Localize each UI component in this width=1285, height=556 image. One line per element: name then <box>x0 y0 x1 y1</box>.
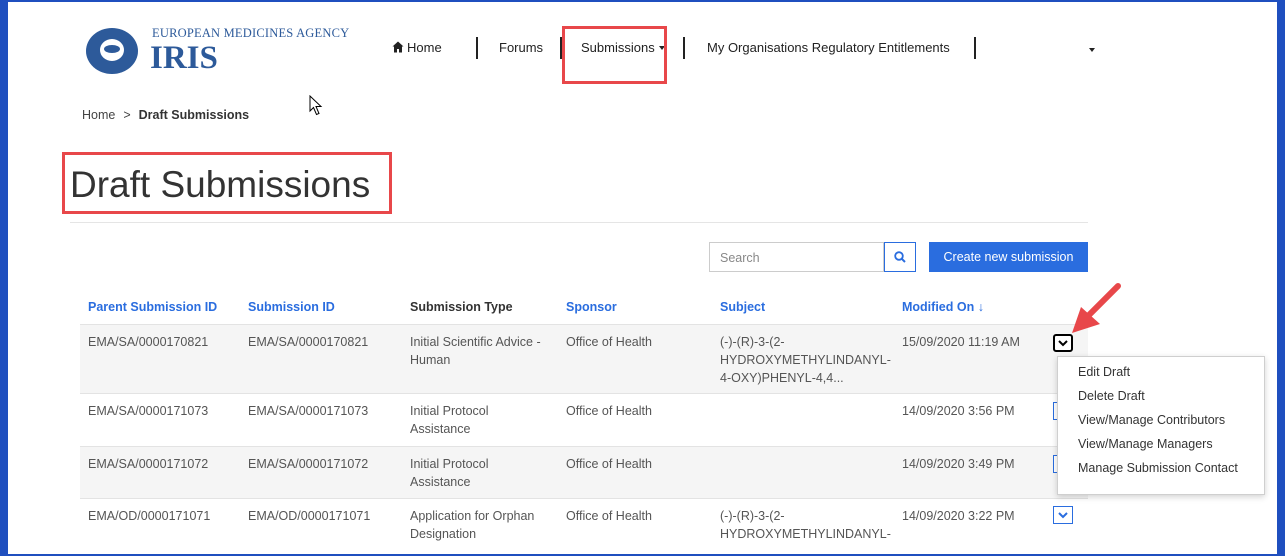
cell-type: Initial Protocol Assistance <box>410 455 489 491</box>
chevron-down-icon <box>1058 340 1068 347</box>
arrow-annotation-icon <box>1072 283 1121 333</box>
column-header-parent-id[interactable]: Parent Submission ID <box>88 300 217 314</box>
nav-divider <box>683 37 685 59</box>
chevron-down-icon <box>1058 512 1068 519</box>
cursor-icon <box>309 95 323 116</box>
menu-item-delete-draft[interactable]: Delete Draft <box>1078 389 1145 403</box>
cell-type-line: Assistance <box>410 475 471 489</box>
cell-type-line: Application for Orphan <box>410 509 535 523</box>
cell-modified: 14/09/2020 3:22 PM <box>902 509 1015 523</box>
cell-modified: 14/09/2020 3:49 PM <box>902 457 1015 471</box>
row-divider <box>80 393 1088 394</box>
search-input[interactable]: Search <box>709 242 884 272</box>
cell-subject-line: (-)-(R)-3-(2- <box>720 509 785 523</box>
create-new-submission-button[interactable]: Create new submission <box>929 242 1088 272</box>
divider <box>70 222 1088 223</box>
column-header-modified-on[interactable]: Modified On ↓ <box>902 300 984 314</box>
cell-subject: (-)-(R)-3-(2- HYDROXYMETHYLINDANYL- <box>720 507 891 543</box>
cell-subject-line: HYDROXYMETHYLINDANYL- <box>720 353 891 367</box>
breadcrumb-current: Draft Submissions <box>138 108 250 122</box>
nav-home[interactable]: Home <box>392 40 442 55</box>
cell-parent-id: EMA/OD/0000171071 <box>88 509 211 523</box>
cell-type: Initial Protocol Assistance <box>410 402 489 438</box>
menu-item-manage-contributors[interactable]: View/Manage Contributors <box>1078 413 1225 427</box>
nav-divider <box>974 37 976 59</box>
sort-descending-icon: ↓ <box>977 300 984 314</box>
cell-sponsor: Office of Health <box>566 335 652 349</box>
ema-logo-icon <box>86 28 138 74</box>
cell-submission-id: EMA/SA/0000171072 <box>248 457 369 471</box>
home-icon <box>392 41 404 53</box>
cell-type-line: Initial Protocol <box>410 457 489 471</box>
cell-subject-line: 4-OXY)PHENYL-4,4... <box>720 371 844 385</box>
column-header-type: Submission Type <box>410 300 513 314</box>
cell-modified: 14/09/2020 3:56 PM <box>902 404 1015 418</box>
column-header-modified-label: Modified On <box>902 300 975 314</box>
user-menu-toggle[interactable] <box>1085 42 1095 57</box>
cell-subject-line: (-)-(R)-3-(2- <box>720 335 785 349</box>
column-header-sponsor[interactable]: Sponsor <box>566 300 617 314</box>
menu-item-edit-draft[interactable]: Edit Draft <box>1078 365 1130 379</box>
cell-type-line: Human <box>410 353 451 367</box>
cell-sponsor: Office of Health <box>566 404 652 418</box>
cell-submission-id: EMA/OD/0000171071 <box>248 509 371 523</box>
cell-type: Application for Orphan Designation <box>410 507 534 543</box>
nav-divider <box>476 37 478 59</box>
cell-type: Initial Scientific Advice - Human <box>410 333 541 369</box>
menu-item-manage-contact[interactable]: Manage Submission Contact <box>1078 461 1238 475</box>
cell-type-line: Initial Scientific Advice - <box>410 335 541 349</box>
cell-type-line: Initial Protocol <box>410 404 489 418</box>
breadcrumb: Home > Draft Submissions <box>82 108 249 122</box>
app-name: IRIS <box>150 40 218 76</box>
cell-subject: (-)-(R)-3-(2- HYDROXYMETHYLINDANYL- 4-OXY)… <box>720 333 891 387</box>
breadcrumb-home[interactable]: Home <box>82 108 115 122</box>
cell-parent-id: EMA/SA/0000171073 <box>88 404 209 418</box>
cell-submission-id: EMA/SA/0000171073 <box>248 404 369 418</box>
nav-entitlements[interactable]: My Organisations Regulatory Entitlements <box>707 40 950 55</box>
caret-down-icon <box>1089 48 1095 52</box>
column-header-subject[interactable]: Subject <box>720 300 765 314</box>
nav-forums[interactable]: Forums <box>499 40 543 55</box>
agency-name: EUROPEAN MEDICINES AGENCY <box>152 26 350 40</box>
page: EUROPEAN MEDICINES AGENCY IRIS Home Foru… <box>8 2 1277 554</box>
search-button[interactable] <box>884 242 916 272</box>
cell-sponsor: Office of Health <box>566 457 652 471</box>
cell-type-line: Assistance <box>410 422 471 436</box>
cell-modified: 15/09/2020 11:19 AM <box>902 335 1020 349</box>
row-actions-button[interactable] <box>1053 334 1073 352</box>
highlight-box-title <box>62 152 392 214</box>
cell-parent-id: EMA/SA/0000170821 <box>88 335 209 349</box>
menu-item-manage-managers[interactable]: View/Manage Managers <box>1078 437 1213 451</box>
column-header-submission-id[interactable]: Submission ID <box>248 300 335 314</box>
highlight-box-submissions <box>562 26 667 84</box>
cell-sponsor: Office of Health <box>566 509 652 523</box>
cell-submission-id: EMA/SA/0000170821 <box>248 335 369 349</box>
row-divider <box>80 498 1088 499</box>
cell-subject-line: HYDROXYMETHYLINDANYL- <box>720 527 891 541</box>
cell-type-line: Designation <box>410 527 477 541</box>
nav-home-label: Home <box>407 40 442 55</box>
breadcrumb-separator: > <box>123 108 131 122</box>
row-actions-button[interactable] <box>1053 506 1073 524</box>
row-actions-menu: Edit Draft Delete Draft View/Manage Cont… <box>1057 356 1265 495</box>
cell-parent-id: EMA/SA/0000171072 <box>88 457 209 471</box>
search-icon <box>894 251 906 263</box>
